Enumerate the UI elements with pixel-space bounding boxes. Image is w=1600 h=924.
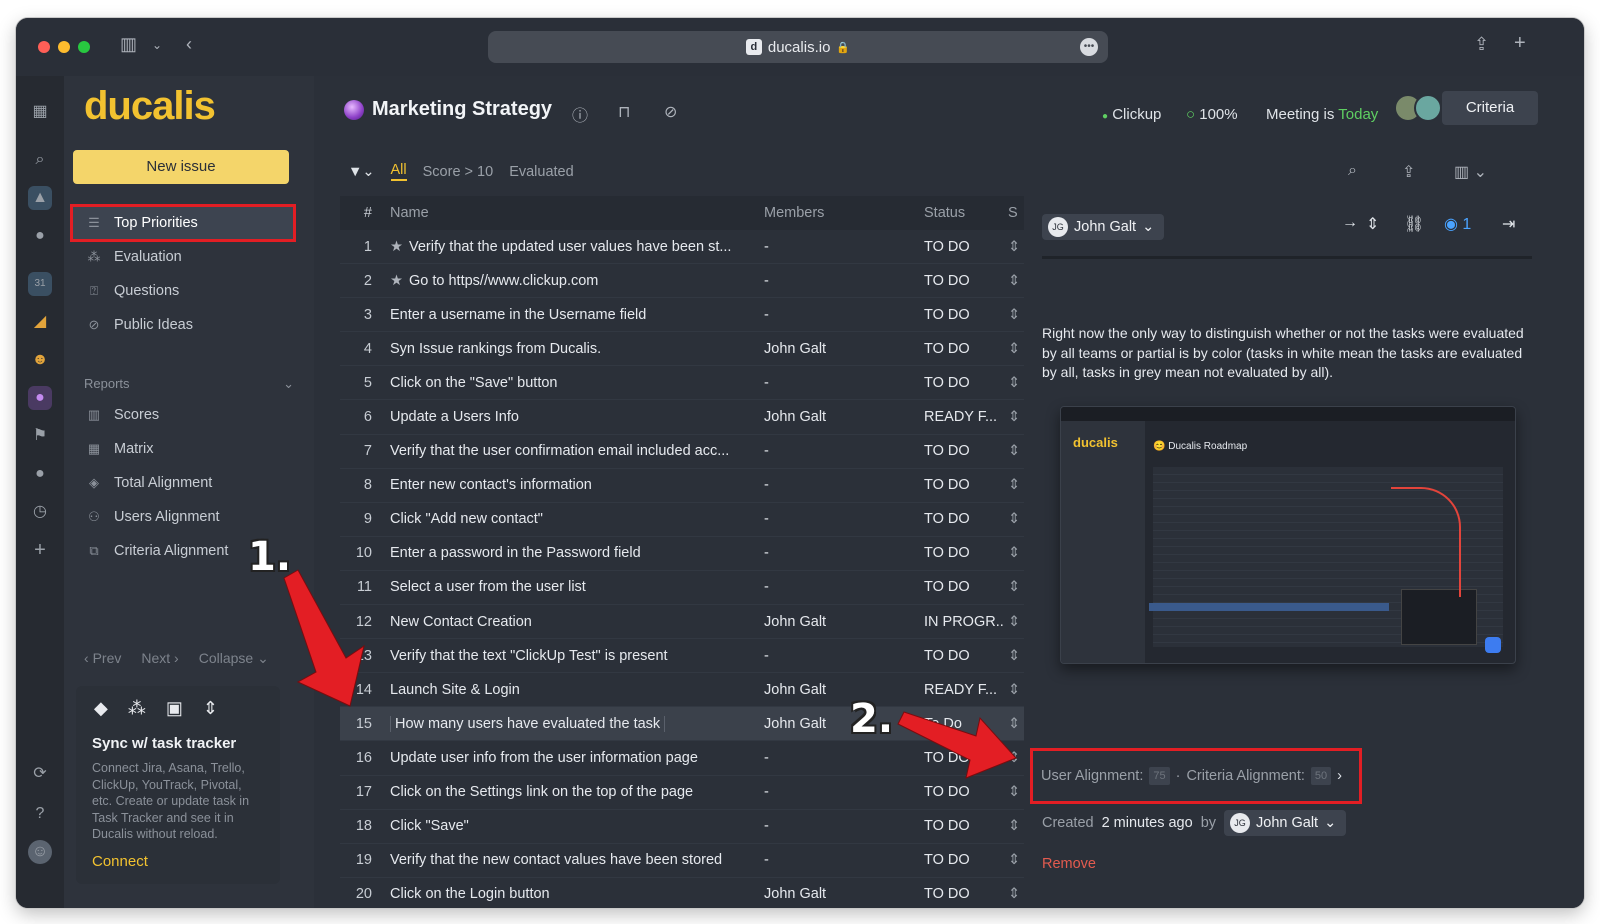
annotation-one: 1.	[248, 534, 292, 580]
arrow-2	[897, 711, 1017, 779]
arrow-1	[283, 569, 365, 707]
app-window: ▥ ⌄ ‹ d ducalis.io 🔒 ••• ⇪ + ▦ ⌕ ▲ ● 31 …	[16, 18, 1584, 908]
annotation-arrows	[283, 569, 1017, 779]
annotation-two: 2.	[850, 696, 894, 742]
